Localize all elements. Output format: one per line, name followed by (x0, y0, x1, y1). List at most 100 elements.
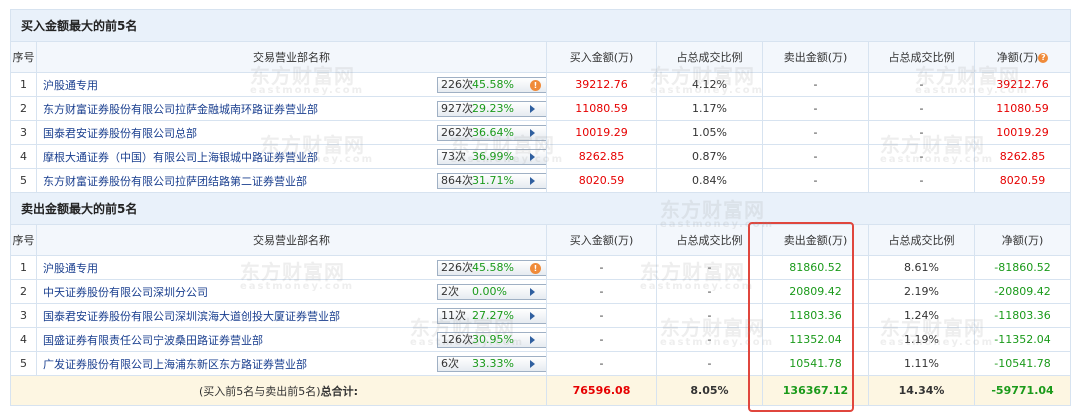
header-buy-ratio: 占总成交比例 (656, 41, 763, 73)
info-icon[interactable]: ? (1038, 53, 1049, 63)
header-buy-amount: 买入金额(万) (546, 41, 657, 73)
broker-cell: 沪股通专用 226次 45.58%! (36, 72, 547, 97)
info-dot-icon[interactable]: ! (530, 80, 541, 91)
arrow-right-icon[interactable] (530, 312, 535, 320)
buy-ratio: 4.12% (656, 72, 763, 97)
win-rate: 36.99% (472, 150, 514, 163)
listing-count: 126次 (441, 333, 473, 346)
header-broker-name: 交易营业部名称 (36, 41, 547, 73)
buy-amount: - (546, 303, 657, 328)
broker-name-link[interactable]: 东方财富证券股份有限公司拉萨团结路第二证券营业部 (43, 175, 307, 188)
arrow-right-icon[interactable] (530, 177, 535, 185)
header-sell-amount: 卖出金额(万) (762, 41, 869, 73)
header-index: 序号 (10, 224, 37, 256)
buy-amount: 8020.59 (546, 168, 657, 193)
total-net: -59771.04 (973, 375, 1072, 406)
broker-stats-badge[interactable]: 226次 45.58%! (437, 260, 546, 276)
row-index: 3 (10, 120, 37, 145)
header-broker-name-label: 交易营业部名称 (253, 234, 330, 247)
broker-stats-badge[interactable]: 927次 29.23% (437, 101, 546, 117)
broker-cell: 广发证券股份有限公司上海浦东新区东方路证券营业部 6次 33.33% (36, 351, 547, 376)
broker-cell: 国泰君安证券股份有限公司深圳滨海大道创投大厦证券营业部 11次 27.27% (36, 303, 547, 328)
broker-name-link[interactable]: 沪股通专用 (43, 262, 98, 275)
broker-cell: 国泰君安证券股份有限公司总部 262次 36.64% (36, 120, 547, 145)
row-index: 4 (10, 327, 37, 352)
header-net-amount-label: 净额(万) (1001, 234, 1044, 247)
header-buy-amount-label: 买入金额(万) (569, 51, 634, 64)
sell-amount: 20809.42 (762, 279, 869, 304)
buy-ratio: - (656, 303, 763, 328)
broker-cell: 摩根大通证券（中国）有限公司上海银城中路证券营业部 73次 36.99% (36, 144, 547, 169)
win-rate: 29.23% (472, 102, 514, 115)
broker-stats-badge[interactable]: 2次 0.00% (437, 284, 546, 300)
arrow-right-icon[interactable] (530, 336, 535, 344)
listing-count: 864次 (441, 174, 473, 187)
total-sell-ratio: 14.34% (868, 375, 975, 406)
broker-cell: 中天证券股份有限公司深圳分公司 2次 0.00% (36, 279, 547, 304)
header-index-label: 序号 (12, 234, 35, 247)
broker-stats-badge[interactable]: 126次 30.95% (437, 332, 546, 348)
arrow-right-icon[interactable] (530, 288, 535, 296)
buy-amount: - (546, 279, 657, 304)
table-row: 4 国盛证券有限责任公司宁波桑田路证券营业部 126次 30.95% - -11352.0… (10, 327, 1072, 352)
win-rate: 36.64% (472, 126, 514, 139)
arrow-right-icon[interactable] (530, 129, 535, 137)
listing-count: 2次 (441, 285, 459, 298)
header-sell-ratio: 占总成交比例 (868, 224, 975, 256)
listing-count: 927次 (441, 102, 473, 115)
header-sell-ratio-label: 占总成交比例 (888, 234, 955, 247)
buy-ratio: - (656, 327, 763, 352)
broker-stats-badge[interactable]: 864次 31.71% (437, 173, 546, 189)
row-index: 2 (10, 279, 37, 304)
broker-name-link[interactable]: 沪股通专用 (43, 79, 98, 92)
total-label: (买入前5名与卖出前5名)总合计: (10, 375, 547, 406)
sell-ratio: 1.24% (868, 303, 975, 328)
info-dot-icon[interactable]: ! (530, 263, 541, 274)
broker-stats-badge[interactable]: 73次 36.99% (437, 149, 546, 165)
broker-stats-badge[interactable]: 11次 27.27% (437, 308, 546, 324)
header-broker-name-label: 交易营业部名称 (253, 51, 330, 64)
header-net-amount: 净额(万) (973, 224, 1072, 256)
sell-ratio: - (868, 120, 975, 145)
header-sell-amount-label: 卖出金额(万) (783, 51, 848, 64)
sell-ratio: - (868, 168, 975, 193)
header-buy-ratio-label: 占总成交比例 (676, 234, 743, 247)
buy-ratio: - (656, 255, 763, 280)
broker-cell: 东方财富证券股份有限公司拉萨团结路第二证券营业部 864次 31.71% (36, 168, 547, 193)
header-buy-ratio: 占总成交比例 (656, 224, 763, 256)
broker-name-link[interactable]: 国盛证券有限责任公司宁波桑田路证券营业部 (43, 334, 263, 347)
broker-name-link[interactable]: 广发证券股份有限公司上海浦东新区东方路证券营业部 (43, 358, 307, 371)
net-amount: -81860.52 (973, 255, 1072, 280)
net-amount: -20809.42 (973, 279, 1072, 304)
buy-amount: - (546, 327, 657, 352)
listing-count: 6次 (441, 357, 459, 370)
win-rate: 45.58% (472, 261, 514, 274)
header-net-amount: 净额(万)? (973, 41, 1072, 73)
sell-amount: - (762, 72, 869, 97)
broker-stats-badge[interactable]: 226次 45.58%! (437, 77, 546, 93)
arrow-right-icon[interactable] (530, 153, 535, 161)
broker-name-link[interactable]: 中天证券股份有限公司深圳分公司 (43, 286, 208, 299)
broker-stats-badge[interactable]: 6次 33.33% (437, 356, 546, 372)
sell-ratio: 1.19% (868, 327, 975, 352)
sell-amount: 11352.04 (762, 327, 869, 352)
table-row: 4 摩根大通证券（中国）有限公司上海银城中路证券营业部 73次 36.99% 8262.… (10, 144, 1072, 169)
buy-ratio: 1.05% (656, 120, 763, 145)
listing-count: 262次 (441, 126, 473, 139)
broker-name-link[interactable]: 摩根大通证券（中国）有限公司上海银城中路证券营业部 (43, 151, 318, 164)
broker-name-link[interactable]: 国泰君安证券股份有限公司总部 (43, 127, 197, 140)
net-amount: 8020.59 (973, 168, 1072, 193)
buy-amount: - (546, 255, 657, 280)
broker-stats-badge[interactable]: 262次 36.64% (437, 125, 546, 141)
row-index: 2 (10, 96, 37, 121)
buy-ratio: 1.17% (656, 96, 763, 121)
header-buy-ratio-label: 占总成交比例 (676, 51, 743, 64)
arrow-right-icon[interactable] (530, 105, 535, 113)
win-rate: 33.33% (472, 357, 514, 370)
sell-ratio: - (868, 96, 975, 121)
arrow-right-icon[interactable] (530, 360, 535, 368)
broker-name-link[interactable]: 国泰君安证券股份有限公司深圳滨海大道创投大厦证券营业部 (43, 310, 340, 323)
broker-name-link[interactable]: 东方财富证券股份有限公司拉萨金融城南环路证券营业部 (43, 103, 318, 116)
table-row: 3 国泰君安证券股份有限公司总部 262次 36.64% 10019.29 1.05% - -… (10, 120, 1072, 145)
sell-amount: 11803.36 (762, 303, 869, 328)
